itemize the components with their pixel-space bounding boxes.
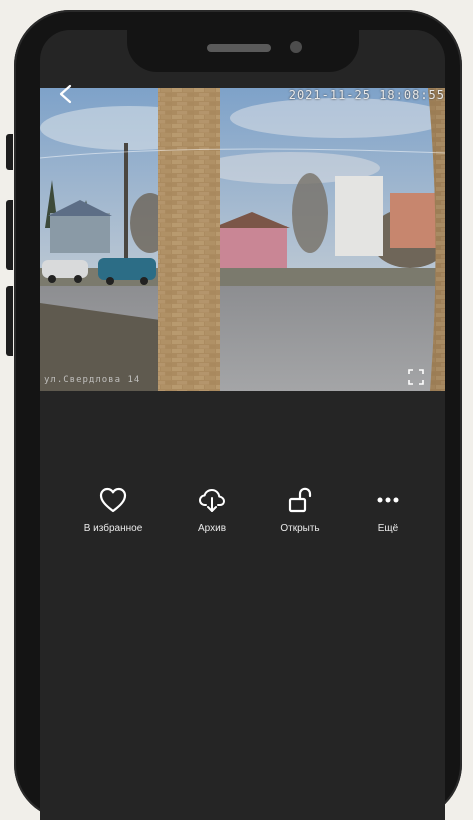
archive-button[interactable]: Архив	[167, 485, 257, 534]
phone-notch	[127, 22, 359, 72]
more-icon	[343, 485, 433, 515]
open-door-button[interactable]: Открыть	[255, 485, 345, 534]
phone-volume-up	[6, 200, 13, 270]
back-button[interactable]	[54, 82, 78, 106]
more-button[interactable]: Ещё	[343, 485, 433, 534]
archive-label: Архив	[197, 523, 227, 534]
speaker-grille	[207, 44, 271, 52]
fullscreen-button[interactable]	[408, 369, 424, 385]
chevron-left-icon	[59, 84, 72, 104]
unlock-icon	[255, 485, 345, 515]
camera-timestamp: 2021-11-25 18:08:55	[288, 88, 445, 102]
camera-action-bar: В избранное Архив Открыть Ещё	[40, 485, 445, 555]
favorite-button[interactable]: В избранное	[68, 485, 158, 534]
heart-icon	[68, 485, 158, 515]
fullscreen-icon	[408, 369, 424, 385]
phone-mute-switch	[6, 134, 13, 170]
front-camera	[290, 41, 302, 53]
more-label: Ещё	[377, 523, 399, 534]
app-screen: 2021-11-25 18:08:55 ул.Свердлова 14 В из…	[40, 30, 445, 820]
cloud-download-icon	[167, 485, 257, 515]
phone-volume-down	[6, 286, 13, 356]
camera-osd-caption: ул.Свердлова 14	[44, 375, 141, 385]
open-door-label: Открыть	[280, 523, 320, 534]
camera-video-feed[interactable]	[40, 88, 445, 391]
favorite-label: В избранное	[83, 523, 143, 534]
